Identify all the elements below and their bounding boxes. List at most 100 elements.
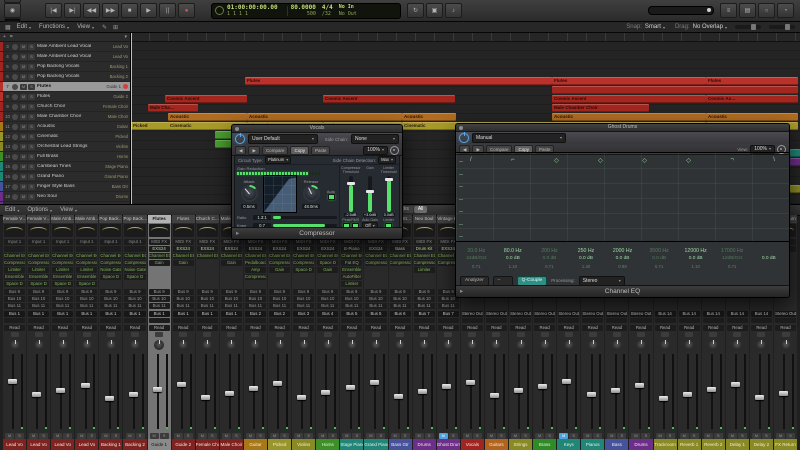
- pan-knob[interactable]: [370, 339, 381, 350]
- collapse-icon[interactable]: ▾: [124, 34, 127, 40]
- eq-band-column[interactable]: 17000 Hz 12dB/Oct 0.71: [714, 242, 751, 276]
- mixer-strip[interactable]: Pop Back… Input 1 Channel EQ Compressor Nois…: [99, 215, 123, 450]
- mute-button[interactable]: M: [703, 432, 713, 439]
- makeup-gain-slider[interactable]: [365, 176, 374, 212]
- track-solo-button[interactable]: S: [28, 53, 35, 60]
- track-solo-button[interactable]: S: [28, 193, 35, 200]
- mixer-strip[interactable]: Female V… Input 1 Channel EQ Compressor Limi…: [3, 215, 27, 450]
- send-slot[interactable]: Bus 11: [52, 303, 74, 309]
- fx-slot[interactable]: Space D: [4, 281, 26, 287]
- fx-slot[interactable]: Limiter: [4, 267, 26, 273]
- strip-label[interactable]: Drums: [412, 439, 436, 450]
- midi-region[interactable]: Flutes: [245, 77, 552, 85]
- mixer-view-menu[interactable]: View ▾: [60, 207, 77, 213]
- mute-button[interactable]: M: [462, 432, 472, 439]
- strip-label[interactable]: Strings: [508, 439, 533, 450]
- volume-fader[interactable]: [294, 352, 313, 431]
- channel-eq-plugin-window[interactable]: Ghost Drums Manual ▾ ◀ ▶ Compare Copy Pas…: [455, 123, 790, 298]
- fx-slot[interactable]: Compressor: [269, 260, 291, 266]
- volume-fader[interactable]: [53, 352, 72, 431]
- fx-slot[interactable]: Channel EQ: [244, 253, 267, 259]
- strip-label[interactable]: Lead Vo: [51, 439, 75, 450]
- strip-label[interactable]: Delay 2: [749, 439, 773, 450]
- track-header-row[interactable]: 3 M S Male Ambient Lead Vocal Lead Vo: [0, 42, 130, 52]
- strip-label[interactable]: Keys: [557, 439, 581, 450]
- stop-icon[interactable]: ■: [121, 3, 138, 18]
- fx-slot[interactable]: Fat EQ: [341, 260, 363, 266]
- fx-slot[interactable]: AutoFilter: [341, 274, 363, 280]
- fx-slot[interactable]: Compressor: [293, 260, 315, 266]
- strip-label[interactable]: Drums: [629, 439, 653, 450]
- fx-slot[interactable]: Channel EQ: [172, 253, 194, 259]
- output-slot[interactable]: Bus 1: [28, 311, 50, 317]
- pan-knob[interactable]: [491, 339, 502, 350]
- track-mute-button[interactable]: M: [20, 163, 27, 170]
- send-slot[interactable]: Bus 9: [100, 289, 122, 295]
- send-slot[interactable]: Bus 9: [293, 289, 315, 295]
- track-mute-button[interactable]: M: [20, 143, 27, 150]
- volume-fader[interactable]: [439, 352, 458, 431]
- solo-button[interactable]: S: [496, 432, 506, 439]
- volume-fader[interactable]: [511, 352, 530, 431]
- group-slot[interactable]: [750, 318, 772, 323]
- mixer-edit-menu[interactable]: Edit ▾: [5, 207, 19, 213]
- pan-knob[interactable]: [756, 339, 767, 350]
- fx-slot[interactable]: Channel EQ: [52, 253, 74, 259]
- master-volume-slider[interactable]: [648, 6, 714, 15]
- eq-footer-bar[interactable]: ▸ Channel EQ: [456, 285, 789, 297]
- send-slot[interactable]: Bus 9: [76, 289, 98, 295]
- media-browser-icon[interactable]: ▤: [739, 3, 756, 18]
- fx-slot[interactable]: Channel EQ: [28, 253, 50, 259]
- rewind-icon[interactable]: ◀◀: [83, 3, 100, 18]
- mute-button[interactable]: M: [776, 432, 786, 439]
- fx-slot[interactable]: Compressor: [76, 260, 98, 266]
- solo-button[interactable]: S: [15, 432, 25, 439]
- volume-fader[interactable]: [559, 352, 578, 431]
- search-icon[interactable]: ○: [758, 3, 775, 18]
- disclosure-icon[interactable]: ▸: [460, 286, 463, 297]
- send-slot[interactable]: Bus 10: [293, 296, 315, 302]
- solo-button[interactable]: S: [159, 432, 169, 439]
- fx-slot[interactable]: Compressor: [389, 260, 411, 266]
- fx-slot[interactable]: Space D: [76, 281, 98, 287]
- send-slot[interactable]: Bus 11: [293, 303, 315, 309]
- mixer-strip[interactable]: Male Ch…MIDI FXEXS24Channel EQGainBus 9B…: [219, 215, 243, 450]
- lcd-mode-icon[interactable]: [215, 6, 224, 15]
- group-slot[interactable]: [437, 318, 459, 323]
- group-slot[interactable]: [485, 318, 507, 323]
- circuit-type-selector[interactable]: Platinum ▾: [264, 156, 292, 164]
- solo-button[interactable]: S: [231, 432, 241, 439]
- strip-label[interactable]: Violins: [292, 439, 316, 450]
- pan-knob[interactable]: [780, 339, 791, 350]
- input-slot[interactable]: Input 1: [4, 239, 26, 245]
- fx-slot[interactable]: Space D: [293, 267, 315, 273]
- mixer-strip[interactable]: Full BrassMIDI FXEXS24Channel EQSpace DG…: [316, 215, 340, 450]
- solo-button[interactable]: S: [641, 432, 651, 439]
- send-slot[interactable]: Bus 10: [148, 296, 170, 302]
- track-solo-button[interactable]: S: [28, 113, 35, 120]
- threshold-slider[interactable]: [346, 176, 355, 212]
- output-slot[interactable]: Bus 14: [654, 311, 676, 317]
- bell-band-icon[interactable]: ◇: [686, 157, 691, 164]
- send-slot[interactable]: Bus 10: [220, 296, 242, 302]
- eq-band-column[interactable]: 12000 Hz 0.0 dB 1.10: [677, 242, 714, 276]
- strip-label[interactable]: Reverb 2: [701, 439, 725, 450]
- pan-knob[interactable]: [395, 339, 406, 350]
- output-slot[interactable]: Bus 14: [726, 311, 748, 317]
- track-mute-button[interactable]: M: [20, 63, 27, 70]
- send-slot[interactable]: Bus 10: [124, 296, 146, 302]
- strip-label[interactable]: Bass Gtr: [388, 439, 412, 450]
- volume-fader[interactable]: [607, 352, 626, 431]
- input-slot[interactable]: Input 1: [28, 239, 50, 245]
- output-slot[interactable]: Bus 6: [389, 311, 411, 317]
- fx-slot[interactable]: Channel EQ: [341, 253, 363, 259]
- send-slot[interactable]: Bus 10: [172, 296, 194, 302]
- strip-label[interactable]: Backing 2: [123, 439, 147, 450]
- pan-knob[interactable]: [178, 339, 189, 350]
- fx-slot[interactable]: Limiter: [413, 267, 435, 273]
- fx-slot[interactable]: Compressor: [100, 260, 122, 266]
- send-slot[interactable]: Bus 11: [76, 303, 98, 309]
- track-solo-button[interactable]: S: [28, 43, 35, 50]
- solo-button[interactable]: S: [280, 432, 290, 439]
- volume-fader[interactable]: [270, 352, 289, 431]
